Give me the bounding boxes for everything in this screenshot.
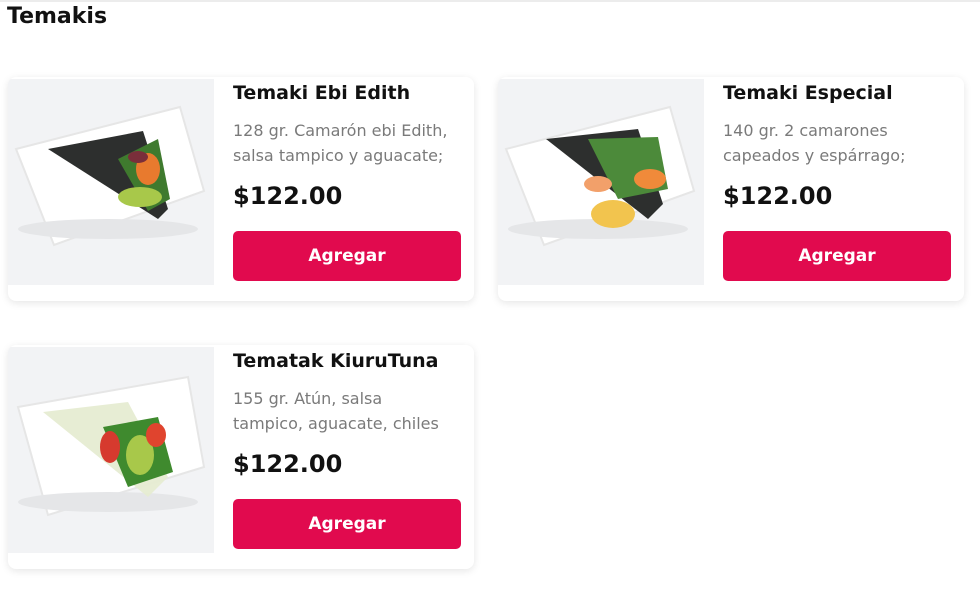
product-price: $122.00 [723, 182, 833, 210]
product-image [498, 79, 704, 285]
add-to-cart-button[interactable]: Agregar [723, 231, 951, 281]
top-divider [0, 0, 980, 2]
product-price: $122.00 [233, 450, 343, 478]
description-line: 155 gr. Atún, salsa [233, 389, 383, 408]
temaki-especial-image [498, 79, 704, 285]
add-to-cart-button[interactable]: Agregar [233, 499, 461, 549]
temaki-ebi-image [8, 79, 214, 285]
product-name: Temaki Ebi Edith [233, 82, 411, 104]
product-name: Tematak KiuruTuna [233, 350, 439, 372]
temaki-tuna-image [8, 347, 214, 553]
description-line: salsa tampico y aguacate; [233, 146, 444, 165]
product-image [8, 347, 214, 553]
description-line: tampico, aguacate, chiles [233, 414, 439, 433]
product-description: 140 gr. 2 camarones capeados y espárrago… [723, 118, 958, 168]
description-line: capeados y espárrago; [723, 146, 906, 165]
product-description: 128 gr. Camarón ebi Edith, salsa tampico… [233, 118, 468, 168]
product-description: 155 gr. Atún, salsa tampico, aguacate, c… [233, 386, 468, 436]
product-card[interactable]: Tematak KiuruTuna 155 gr. Atún, salsa ta… [8, 345, 474, 569]
add-to-cart-button[interactable]: Agregar [233, 231, 461, 281]
product-image [8, 79, 214, 285]
product-name: Temaki Especial [723, 82, 893, 104]
section-title: Temakis [7, 4, 108, 29]
description-line: 140 gr. 2 camarones [723, 121, 888, 140]
description-line: 128 gr. Camarón ebi Edith, [233, 121, 448, 140]
product-card[interactable]: Temaki Ebi Edith 128 gr. Camarón ebi Edi… [8, 77, 474, 301]
product-card[interactable]: Temaki Especial 140 gr. 2 camarones cape… [498, 77, 964, 301]
product-price: $122.00 [233, 182, 343, 210]
